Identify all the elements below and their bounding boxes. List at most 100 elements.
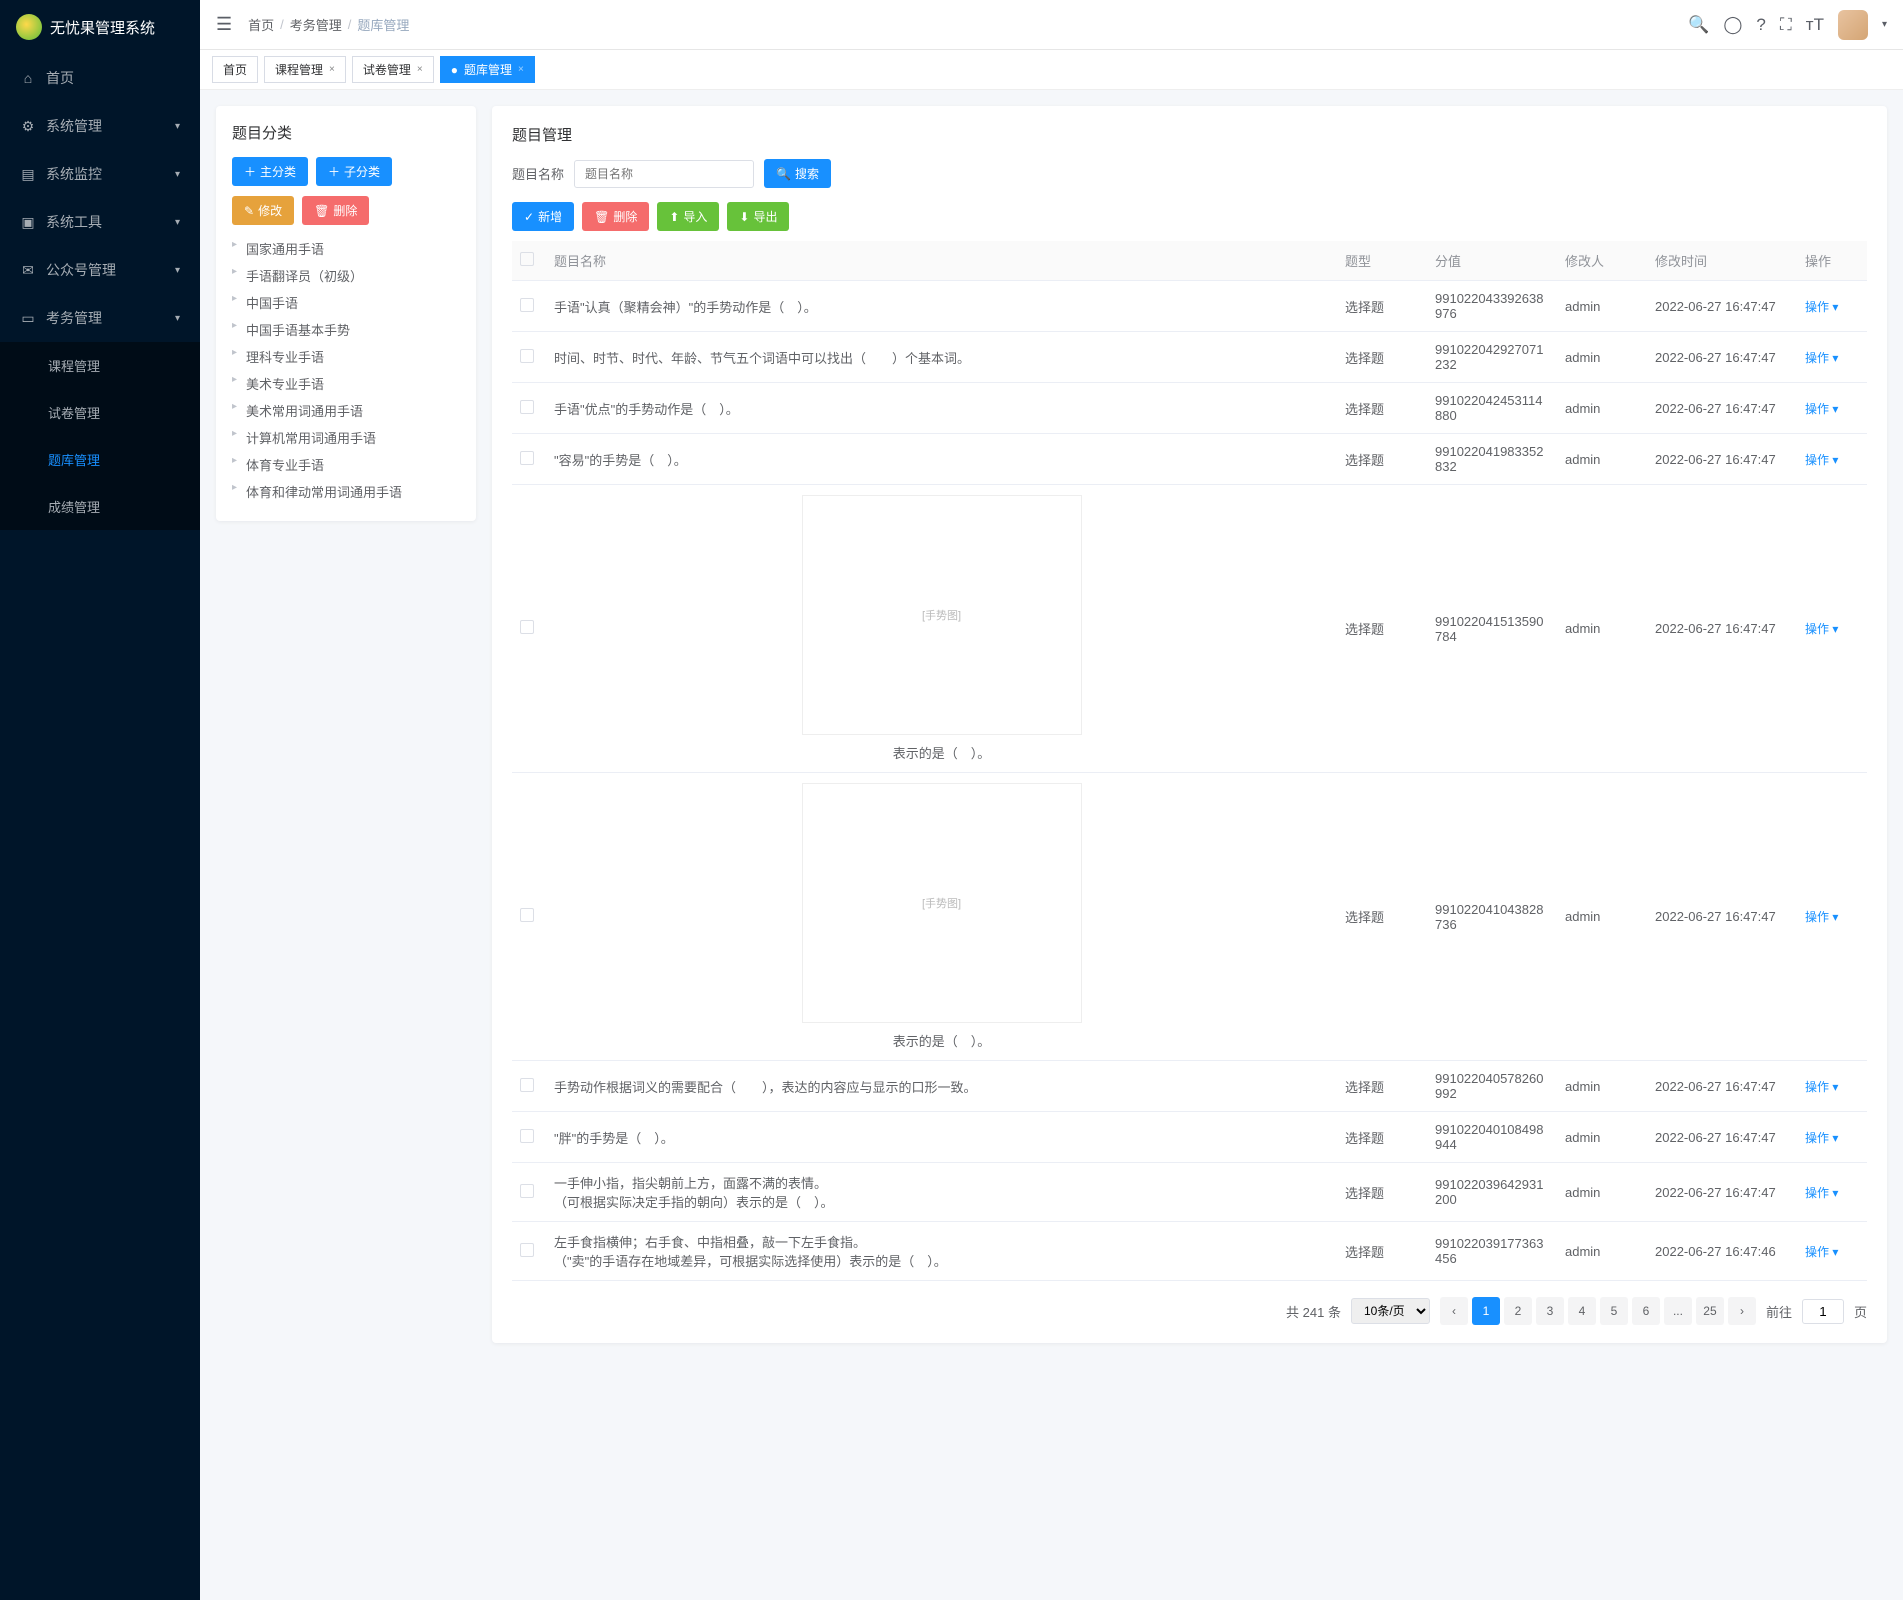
- submenu-course[interactable]: 课程管理: [0, 342, 200, 389]
- import-button[interactable]: ⬆ 导入: [657, 202, 719, 231]
- cell-type: 选择题: [1337, 383, 1427, 434]
- chevron-down-icon: ▾: [175, 313, 180, 324]
- export-button[interactable]: ⬇ 导出: [727, 202, 789, 231]
- fullscreen-icon[interactable]: ⛶: [1780, 15, 1792, 35]
- tree-item[interactable]: 美术常用词通用手语: [232, 397, 460, 424]
- hamburger-icon[interactable]: ☰: [216, 14, 232, 35]
- tree-item[interactable]: 国家通用手语: [232, 235, 460, 262]
- row-checkbox[interactable]: [520, 1184, 534, 1198]
- delete-button[interactable]: 🗑 删除: [582, 202, 649, 231]
- row-checkbox[interactable]: [520, 620, 534, 634]
- cell-name: 手语"优点"的手势动作是（ ）。: [546, 383, 1337, 434]
- page-button[interactable]: 3: [1536, 1297, 1564, 1325]
- breadcrumb-parent[interactable]: 考务管理: [290, 15, 342, 34]
- row-checkbox[interactable]: [520, 298, 534, 312]
- menu-system[interactable]: ⚙ 系统管理 ▾: [0, 102, 200, 150]
- operate-dropdown[interactable]: 操作 ▾: [1805, 1129, 1838, 1146]
- operate-dropdown[interactable]: 操作 ▾: [1805, 298, 1838, 315]
- page-button[interactable]: 1: [1472, 1297, 1500, 1325]
- github-icon[interactable]: ◯: [1723, 15, 1742, 35]
- submenu-score[interactable]: 成绩管理: [0, 483, 200, 530]
- row-checkbox[interactable]: [520, 908, 534, 922]
- cell-time: 2022-06-27 16:47:47: [1647, 383, 1797, 434]
- avatar[interactable]: [1838, 10, 1868, 40]
- operate-dropdown[interactable]: 操作 ▾: [1805, 1184, 1838, 1201]
- main-category-button[interactable]: ＋ 主分类: [232, 157, 308, 186]
- tabs-bar: 首页 课程管理× 试卷管理× ●题库管理×: [200, 50, 1903, 90]
- chevron-down-icon: ▾: [175, 217, 180, 228]
- col-name: 题目名称: [546, 241, 1337, 281]
- tree-item[interactable]: 美术专业手语: [232, 370, 460, 397]
- search-button[interactable]: 🔍 搜索: [764, 159, 831, 188]
- row-checkbox[interactable]: [520, 349, 534, 363]
- search-row: 题目名称 🔍 搜索: [512, 159, 1867, 188]
- submenu-question[interactable]: 题库管理: [0, 436, 200, 483]
- menu-exam[interactable]: ▭ 考务管理 ▾: [0, 294, 200, 342]
- cell-time: 2022-06-27 16:47:47: [1647, 434, 1797, 485]
- close-icon[interactable]: ×: [417, 64, 423, 75]
- help-icon[interactable]: ?: [1756, 15, 1765, 35]
- tree-item[interactable]: 计算机常用词通用手语: [232, 424, 460, 451]
- tree-item[interactable]: 体育专业手语: [232, 451, 460, 478]
- search-icon[interactable]: 🔍: [1688, 15, 1709, 35]
- tree-item[interactable]: 理科专业手语: [232, 343, 460, 370]
- tab-course[interactable]: 课程管理×: [264, 56, 346, 83]
- tree-item[interactable]: 中国手语基本手势: [232, 316, 460, 343]
- page-button[interactable]: 6: [1632, 1297, 1660, 1325]
- breadcrumb-home[interactable]: 首页: [248, 15, 274, 34]
- chevron-down-icon: ▾: [175, 121, 180, 132]
- table-row: 手势动作根据词义的需要配合（ ），表达的内容应与显示的口形一致。 选择题 991…: [512, 1061, 1867, 1112]
- tool-icon: ▣: [20, 214, 36, 230]
- row-checkbox[interactable]: [520, 1243, 534, 1257]
- operate-dropdown[interactable]: 操作 ▾: [1805, 908, 1838, 925]
- dropdown-icon[interactable]: ▾: [1882, 19, 1887, 30]
- goto-input[interactable]: [1802, 1299, 1844, 1324]
- row-checkbox[interactable]: [520, 1129, 534, 1143]
- operate-dropdown[interactable]: 操作 ▾: [1805, 400, 1838, 417]
- tab-home[interactable]: 首页: [212, 56, 258, 83]
- menu-wechat[interactable]: ✉ 公众号管理 ▾: [0, 246, 200, 294]
- operate-dropdown[interactable]: 操作 ▾: [1805, 1078, 1838, 1095]
- row-checkbox[interactable]: [520, 1078, 534, 1092]
- cell-name: 手语"认真（聚精会神）"的手势动作是（ ）。: [546, 281, 1337, 332]
- page-button[interactable]: ...: [1664, 1297, 1692, 1325]
- next-page-button[interactable]: ›: [1728, 1297, 1756, 1325]
- breadcrumb-current: 题库管理: [357, 15, 409, 34]
- tab-question[interactable]: ●题库管理×: [440, 56, 535, 83]
- close-icon[interactable]: ×: [329, 64, 335, 75]
- delete-category-button[interactable]: 🗑 删除: [302, 196, 369, 225]
- add-button[interactable]: ✓ 新增: [512, 202, 574, 231]
- page-button[interactable]: 4: [1568, 1297, 1596, 1325]
- page-button[interactable]: 5: [1600, 1297, 1628, 1325]
- page-size-select[interactable]: 10条/页: [1351, 1298, 1430, 1324]
- cell-score: 991022041043828736: [1427, 773, 1557, 1061]
- edit-category-button[interactable]: ✎ 修改: [232, 196, 294, 225]
- row-checkbox[interactable]: [520, 451, 534, 465]
- fontsize-icon[interactable]: ᴛT: [1806, 15, 1824, 35]
- operate-dropdown[interactable]: 操作 ▾: [1805, 620, 1838, 637]
- tree-item[interactable]: 体育和律动常用词通用手语: [232, 478, 460, 505]
- sub-category-button[interactable]: ＋ 子分类: [316, 157, 392, 186]
- menu-home[interactable]: ⌂ 首页: [0, 54, 200, 102]
- search-input[interactable]: [574, 160, 754, 188]
- submenu-paper[interactable]: 试卷管理: [0, 389, 200, 436]
- select-all-checkbox[interactable]: [520, 252, 534, 266]
- page-button[interactable]: 25: [1696, 1297, 1724, 1325]
- operate-dropdown[interactable]: 操作 ▾: [1805, 1243, 1838, 1260]
- operate-dropdown[interactable]: 操作 ▾: [1805, 451, 1838, 468]
- home-icon: ⌂: [20, 70, 36, 86]
- row-checkbox[interactable]: [520, 400, 534, 414]
- cell-editor: admin: [1557, 281, 1647, 332]
- menu-monitor[interactable]: ▤ 系统监控 ▾: [0, 150, 200, 198]
- tab-paper[interactable]: 试卷管理×: [352, 56, 434, 83]
- page-button[interactable]: 2: [1504, 1297, 1532, 1325]
- question-table: 题目名称 题型 分值 修改人 修改时间 操作 手语"认真（聚精会神）"的手势动作…: [512, 241, 1867, 1281]
- tree-item[interactable]: 中国手语: [232, 289, 460, 316]
- close-icon[interactable]: ×: [518, 64, 524, 75]
- prev-page-button[interactable]: ‹: [1440, 1297, 1468, 1325]
- operate-dropdown[interactable]: 操作 ▾: [1805, 349, 1838, 366]
- cell-time: 2022-06-27 16:47:47: [1647, 1163, 1797, 1222]
- tree-item[interactable]: 手语翻译员（初级）: [232, 262, 460, 289]
- menu-tools[interactable]: ▣ 系统工具 ▾: [0, 198, 200, 246]
- cell-type: 选择题: [1337, 1061, 1427, 1112]
